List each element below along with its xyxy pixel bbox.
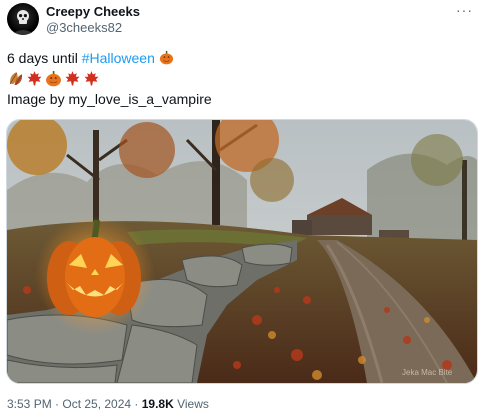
more-options-icon[interactable]: ··· — [456, 2, 473, 18]
skull-avatar-icon[interactable] — [7, 3, 39, 35]
views-count: 19.8K — [141, 397, 174, 411]
hashtag-link[interactable]: #Halloween — [82, 50, 155, 66]
emoji-row — [7, 70, 100, 87]
tweet-text-line: 6 days until #Halloween — [7, 50, 174, 66]
jack-o-lantern-icon — [45, 70, 62, 87]
leaf-icon — [7, 70, 24, 87]
tweet: Creepy Cheeks @3cheeks82 ··· 6 days unti… — [0, 0, 483, 420]
tweet-meta: 3:53 PM · Oct 25, 2024 · 19.8K Views — [7, 397, 209, 411]
jack-o-lantern-icon — [159, 50, 173, 65]
maple-leaf-icon — [83, 70, 100, 87]
tweet-text: 6 days until — [7, 50, 82, 66]
jack-o-lantern-farm-road-photo: Jeka Mac Bite — [7, 120, 477, 383]
image-watermark: Jeka Mac Bite — [402, 368, 453, 377]
image-credit-text: Image by my_love_is_a_vampire — [7, 91, 212, 107]
user-handle[interactable]: @3cheeks82 — [46, 20, 122, 35]
display-name[interactable]: Creepy Cheeks — [46, 4, 140, 19]
tweet-image[interactable]: Jeka Mac Bite — [6, 119, 478, 384]
views-label: Views — [173, 397, 209, 411]
maple-leaf-icon — [26, 70, 43, 87]
maple-leaf-icon — [64, 70, 81, 87]
timestamp[interactable]: 3:53 PM · Oct 25, 2024 · — [7, 397, 142, 411]
